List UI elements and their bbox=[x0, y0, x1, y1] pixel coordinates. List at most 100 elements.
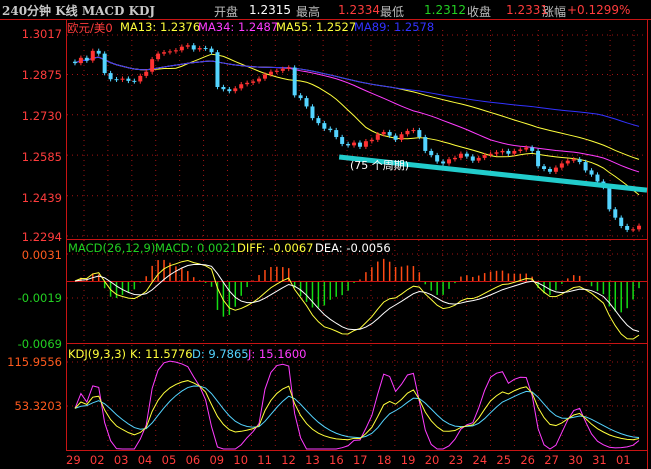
candle-body bbox=[411, 130, 416, 132]
candle-body bbox=[209, 48, 214, 53]
date-tick-label: 06 bbox=[185, 453, 201, 467]
candle-body bbox=[215, 52, 220, 87]
candle-body bbox=[156, 53, 161, 60]
candle-body bbox=[488, 153, 493, 156]
kdj-title: KDJ(9,3,3) bbox=[68, 347, 127, 361]
trendline-label: (75 个周期) bbox=[350, 159, 410, 172]
candle-body bbox=[524, 147, 529, 150]
candle-body bbox=[500, 150, 505, 153]
ma89-line bbox=[74, 56, 640, 127]
candle-body bbox=[625, 225, 630, 230]
date-tick-label: 03 bbox=[113, 453, 129, 467]
candle-body bbox=[631, 229, 636, 231]
date-tick-label: 04 bbox=[137, 453, 153, 467]
date-tick-label: 11 bbox=[257, 453, 272, 467]
candle-body bbox=[90, 50, 95, 61]
candle-body bbox=[553, 167, 558, 172]
candle-body bbox=[559, 163, 564, 168]
candle-body bbox=[637, 225, 642, 230]
date-tick-label: 13 bbox=[305, 453, 320, 467]
candle-body bbox=[78, 57, 83, 64]
symbol-label: 欧元/美0 bbox=[67, 21, 113, 35]
candle-body bbox=[417, 130, 422, 138]
price-tick: 1.3017 bbox=[21, 27, 62, 41]
candle-body bbox=[251, 81, 256, 83]
diff-value: DIFF: -0.0067 bbox=[237, 241, 314, 255]
macd-tick: 0.0031 bbox=[21, 248, 62, 262]
candle-body bbox=[84, 57, 89, 61]
candle-body bbox=[619, 217, 624, 226]
candle-body bbox=[221, 86, 226, 90]
candle-body bbox=[280, 68, 285, 71]
candle-body bbox=[381, 132, 386, 135]
candle-body bbox=[257, 78, 262, 82]
candle-body bbox=[102, 53, 107, 74]
candle-body bbox=[340, 137, 345, 144]
candle-body bbox=[363, 141, 368, 147]
candle-body bbox=[447, 159, 452, 164]
candle-body bbox=[322, 123, 327, 129]
candle-body bbox=[286, 67, 291, 69]
price-tick: 1.2730 bbox=[21, 109, 62, 123]
candle-body bbox=[120, 78, 125, 80]
date-tick-label: 09 bbox=[209, 453, 225, 467]
candle-body bbox=[197, 48, 202, 50]
kdj-tick: 115.9556 bbox=[7, 355, 62, 369]
candle-body bbox=[334, 130, 339, 138]
date-tick-label: 26 bbox=[520, 453, 535, 467]
candle-body bbox=[589, 170, 594, 175]
price-tick: 1.2294 bbox=[21, 230, 62, 244]
candle-body bbox=[268, 71, 273, 75]
date-tick-label: 01 bbox=[616, 453, 631, 467]
candle-body bbox=[310, 106, 315, 119]
candle-body bbox=[138, 75, 143, 82]
price-tick: 1.2875 bbox=[21, 68, 62, 82]
candle-body bbox=[387, 132, 392, 136]
macd-tick: -0.0069 bbox=[17, 337, 62, 351]
candle-body bbox=[518, 149, 523, 151]
candle-body bbox=[144, 71, 149, 76]
candle-body bbox=[494, 152, 499, 154]
candle-body bbox=[179, 46, 184, 51]
date-tick-label: 20 bbox=[424, 453, 440, 467]
k-value: K: 11.5776 bbox=[130, 347, 193, 361]
candle-body bbox=[482, 155, 487, 158]
macd-title: MACD(26,12,9) bbox=[68, 241, 156, 255]
j-line bbox=[74, 360, 640, 450]
candle-body bbox=[565, 160, 570, 164]
candle-body bbox=[369, 139, 374, 142]
candle-body bbox=[464, 153, 469, 157]
date-tick-label: 24 bbox=[472, 453, 488, 467]
candle-body bbox=[239, 84, 244, 89]
candle-body bbox=[132, 80, 137, 82]
chart-canvas[interactable] bbox=[0, 0, 651, 469]
candle-body bbox=[429, 150, 434, 156]
candle-body bbox=[316, 118, 321, 124]
candle-body bbox=[393, 135, 398, 140]
candle-body bbox=[399, 134, 404, 140]
candle-body bbox=[304, 98, 309, 107]
candle-body bbox=[185, 45, 190, 47]
candle-body bbox=[441, 161, 446, 164]
ma13-line bbox=[74, 53, 640, 196]
date-tick-label: 27 bbox=[544, 453, 559, 467]
dea-value: DEA: -0.0056 bbox=[315, 241, 391, 255]
candle-body bbox=[162, 52, 167, 54]
date-tick-label: 12 bbox=[281, 453, 296, 467]
candle-body bbox=[595, 174, 600, 182]
candle-body bbox=[274, 70, 279, 72]
candle-body bbox=[607, 187, 612, 210]
kdj-tick: 53.3203 bbox=[14, 399, 62, 413]
candle-body bbox=[114, 79, 119, 81]
candle-body bbox=[96, 50, 101, 54]
candle-body bbox=[530, 147, 535, 151]
candle-body bbox=[346, 143, 351, 146]
candle-body bbox=[452, 157, 457, 160]
candle-body bbox=[547, 169, 552, 172]
candle-body bbox=[328, 128, 333, 131]
candle-body bbox=[352, 142, 357, 146]
candle-body bbox=[470, 156, 475, 161]
date-tick-label: 30 bbox=[568, 453, 583, 467]
ma55-legend: MA55: 1.2527 bbox=[276, 20, 357, 34]
candle-body bbox=[150, 59, 155, 72]
